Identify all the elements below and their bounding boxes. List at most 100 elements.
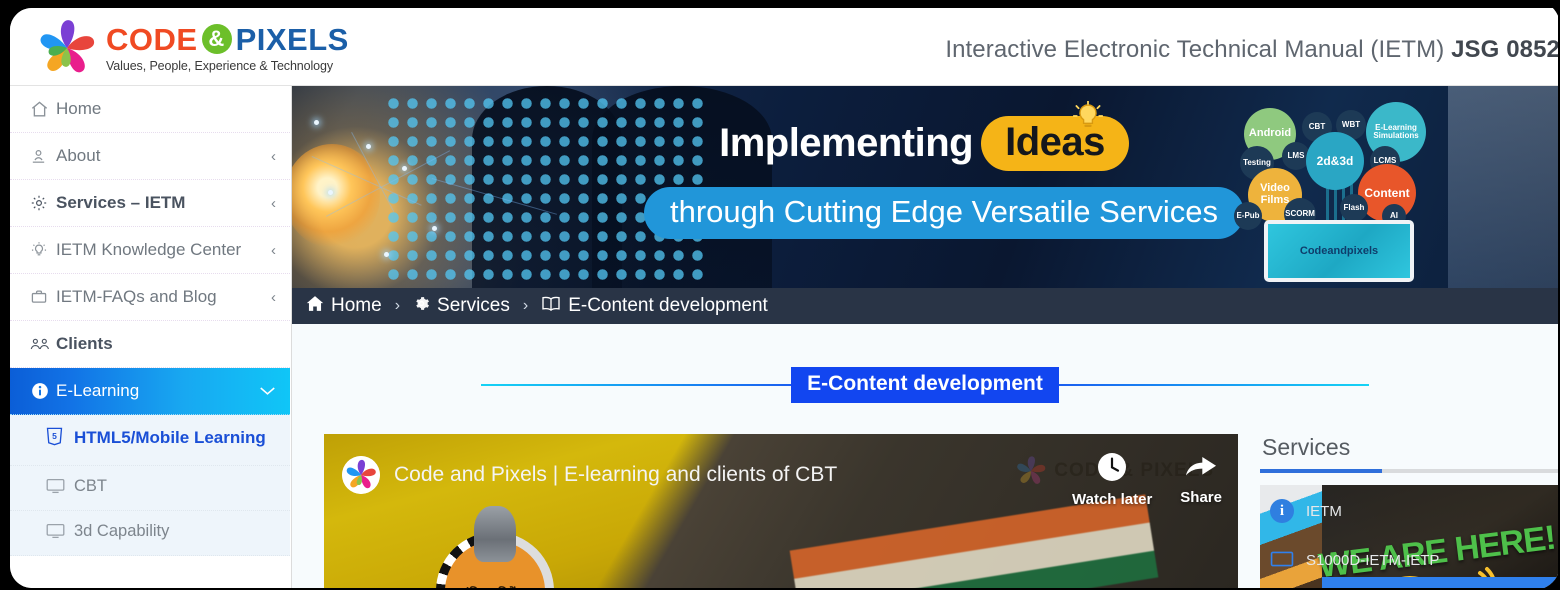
- sidebar-subitem-html5-mobile-learning[interactable]: 5 HTML5/Mobile Learning: [10, 415, 290, 466]
- home-solid-icon: [306, 295, 324, 318]
- sidebar-item-ietm-faqs-and-blog[interactable]: IETM-FAQs and Blog ‹: [10, 274, 290, 321]
- chevron-left-icon: ‹: [271, 288, 276, 306]
- ashoka-lion-icon: [474, 506, 516, 562]
- banner-headline: Implementing Ideas: [719, 100, 1129, 171]
- services-panel: Services i IETM WE ARE HERE! S1000D-IETM…: [1260, 434, 1558, 588]
- info-icon: [30, 381, 56, 401]
- monitor-icon: [46, 522, 74, 544]
- hero-banner: Implementing Ideas through Cutting Edge …: [292, 86, 1558, 288]
- info-badge-icon: i: [1270, 499, 1294, 523]
- monitor-icon: [46, 477, 74, 499]
- sidebar-subitem-label: 3d Capability: [74, 521, 170, 540]
- banner-subheadline: through Cutting Edge Versatile Services: [644, 187, 1244, 239]
- home-icon: [30, 100, 56, 119]
- logo-tagline: Values, People, Experience & Technology: [106, 58, 334, 73]
- breadcrumb-separator: ›: [522, 297, 529, 314]
- sidebar-item-about[interactable]: About ‹: [10, 133, 290, 180]
- analytics-photo-decoration: [1448, 86, 1558, 288]
- logo-pixels-text: PIXELS: [235, 21, 349, 57]
- laptop-graphic: Codeandpixels: [1264, 220, 1414, 282]
- title-rule-right: [1058, 383, 1369, 387]
- indian-defence-emblem: इंडियन डिफेंस: [436, 506, 554, 588]
- html5-icon: 5: [46, 426, 74, 454]
- video-title: Code and Pixels | E-learning and clients…: [394, 463, 838, 486]
- sidebar-item-clients[interactable]: Clients: [10, 321, 290, 368]
- sidebar-item-services-ietm[interactable]: Services – IETM ‹: [10, 180, 290, 227]
- services-row-label: IETM: [1306, 502, 1342, 520]
- banner-headline-badge: Ideas: [981, 116, 1129, 171]
- services-card[interactable]: i IETM WE ARE HERE! S1000D-IETM-IETP: [1260, 485, 1558, 588]
- monitor-icon: [1270, 551, 1294, 569]
- header-title-standard: JSG 0852: [1451, 36, 1558, 63]
- breadcrumb-label: E-Content development: [568, 295, 768, 316]
- header-title-main: Interactive Electronic Technical Manual …: [945, 36, 1445, 63]
- book-icon: [541, 295, 561, 318]
- sidebar-item-label: E-Learning: [56, 381, 140, 400]
- sidebar-item-home[interactable]: Home: [10, 86, 290, 133]
- svg-text:5: 5: [52, 431, 57, 441]
- breadcrumb-item-services[interactable]: Services: [413, 295, 510, 318]
- sidebar-item-label: Clients: [56, 334, 113, 353]
- site-header: CODE & PIXELS Values, People, Experience…: [10, 8, 1558, 86]
- sidebar-item-label: Services – IETM: [56, 193, 186, 212]
- banner-headline-plain: Implementing: [719, 121, 974, 165]
- breadcrumb-item-e-content-development[interactable]: E-Content development: [541, 295, 768, 318]
- browser-frame: CODE & PIXELS Values, People, Experience…: [0, 0, 1560, 590]
- tech-bubble: 2d&3d: [1306, 132, 1364, 190]
- logo-code-text: CODE: [106, 21, 198, 57]
- video-title-row: Code and Pixels | E-learning and clients…: [342, 456, 837, 494]
- page-title: E-Content development: [791, 367, 1059, 403]
- page-title-row: E-Content development: [292, 364, 1558, 406]
- sidebar-subitem-3d-capability[interactable]: 3d Capability: [10, 511, 290, 556]
- video-controls: Watch later Share: [1072, 452, 1222, 508]
- sidebar-item-label: IETM-FAQs and Blog: [56, 287, 217, 306]
- breadcrumb-label: Home: [331, 295, 382, 316]
- sidebar-nav: Home About ‹ Services – IETM ‹ IETM Know…: [10, 86, 290, 588]
- channel-avatar[interactable]: [342, 456, 380, 494]
- breadcrumb: Home › Services › E-Content development: [292, 288, 1558, 324]
- chevron-left-icon: ‹: [271, 194, 276, 212]
- header-title: Interactive Electronic Technical Manual …: [945, 36, 1558, 64]
- sidebar-item-label: IETM Knowledge Center: [56, 240, 242, 259]
- services-heading: Services: [1262, 434, 1351, 460]
- pinwheel-logo-icon: [38, 20, 96, 76]
- watch-later-button[interactable]: Watch later: [1072, 452, 1152, 508]
- banner-text-block: Implementing Ideas through Cutting Edge …: [644, 100, 1244, 239]
- sidebar-item-label: About: [56, 146, 101, 165]
- watch-later-label: Watch later: [1072, 491, 1153, 508]
- chevron-down-icon: [259, 383, 276, 400]
- logo-ampersand: &: [201, 24, 232, 55]
- share-button[interactable]: Share: [1180, 452, 1222, 506]
- tech-bubble: Flash: [1340, 194, 1368, 222]
- page-root: CODE & PIXELS Values, People, Experience…: [10, 8, 1558, 588]
- site-logo[interactable]: CODE & PIXELS Values, People, Experience…: [38, 20, 349, 76]
- breadcrumb-label: Services: [437, 295, 510, 316]
- sidebar-submenu-e-learning: 5 HTML5/Mobile Learning CBT 3d Capabilit…: [10, 415, 290, 556]
- tech-bubble: E-Pub: [1234, 202, 1262, 230]
- chevron-left-icon: ‹: [271, 147, 276, 165]
- clock-icon: [1097, 452, 1127, 486]
- video-player[interactable]: इंडियन डिफेंस: [324, 434, 1238, 588]
- sidebar-subitem-label: CBT: [74, 476, 107, 495]
- breadcrumb-item-home[interactable]: Home: [306, 295, 382, 318]
- sidebar-subitem-label: HTML5/Mobile Learning: [74, 428, 266, 447]
- sidebar-item-e-learning[interactable]: E-Learning: [10, 368, 290, 415]
- services-row-ietm[interactable]: i IETM: [1270, 499, 1342, 523]
- user-icon: [30, 148, 56, 165]
- lightbulb-icon: [30, 241, 56, 259]
- chevron-left-icon: ‹: [271, 241, 276, 259]
- gear-icon: [30, 194, 56, 212]
- logo-wordmark: CODE & PIXELS: [106, 24, 349, 55]
- breadcrumb-separator: ›: [394, 297, 401, 314]
- sidebar-item-label: Home: [56, 99, 102, 118]
- laptop-label: Codeandpixels: [1299, 245, 1379, 257]
- sidebar-subitem-cbt[interactable]: CBT: [10, 466, 290, 511]
- share-label: Share: [1180, 489, 1222, 506]
- sidebar-item-ietm-knowledge-center[interactable]: IETM Knowledge Center ‹: [10, 227, 290, 274]
- emblem-hindi-text: इंडियन डिफेंस: [436, 584, 554, 588]
- main-content: Implementing Ideas through Cutting Edge …: [292, 86, 1558, 588]
- idea-bulb-icon: [1072, 100, 1104, 134]
- title-rule-left: [481, 383, 792, 387]
- services-underline: [1260, 469, 1558, 473]
- briefcase-icon: [30, 288, 56, 306]
